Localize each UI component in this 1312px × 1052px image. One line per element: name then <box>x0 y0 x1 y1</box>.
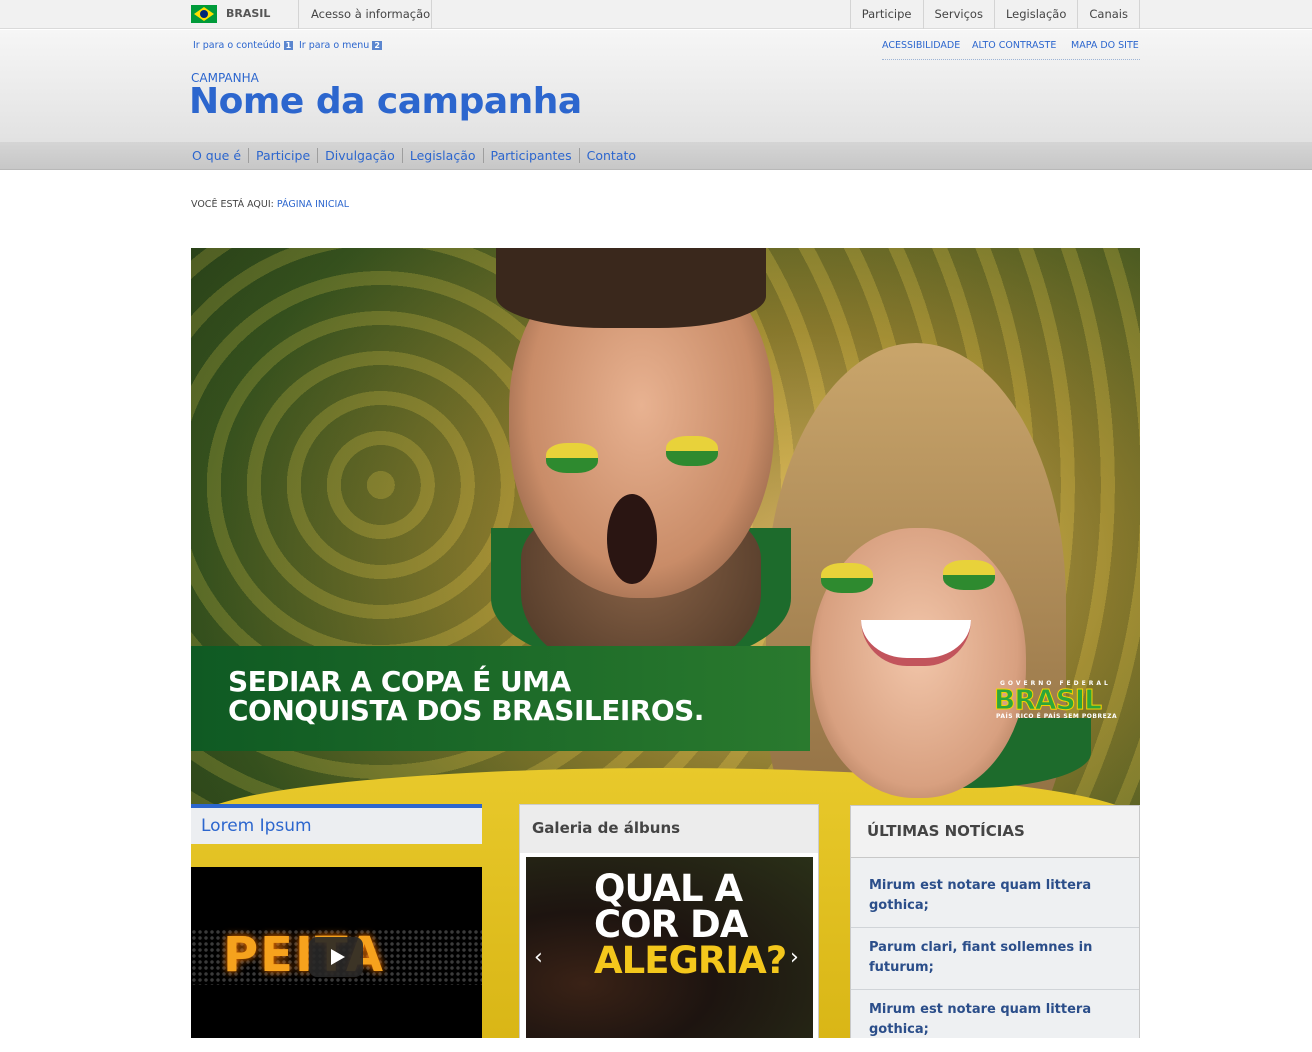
breadcrumb-label: VOCÊ ESTÁ AQUI: <box>191 199 274 210</box>
acessibilidade-link[interactable]: ACESSIBILIDADE <box>882 40 960 51</box>
gov-bar: BRASIL Acesso à informação Participe Ser… <box>0 0 1312 29</box>
governo-federal-logo: GOVERNO FEDERAL BRASIL PAÍS RICO É PAÍS … <box>994 680 1118 720</box>
hero-caption: SEDIAR A COPA É UMA CONQUISTA DOS BRASILE… <box>191 646 810 751</box>
section-title: Lorem Ipsum <box>201 816 312 836</box>
mapa-do-site-link[interactable]: MAPA DO SITE <box>1071 40 1139 51</box>
gallery-title: Galeria de álbuns <box>532 819 681 837</box>
gallery-image[interactable]: QUAL A COR DA ALEGRIA? ‹ › <box>526 857 813 1038</box>
gov-link-canais[interactable]: Canais <box>1077 0 1140 29</box>
alto-contraste-link[interactable]: ALTO CONTRASTE <box>972 40 1056 51</box>
breadcrumb-home-link[interactable]: PÁGINA INICIAL <box>277 199 349 210</box>
gov-brasil-link[interactable]: BRASIL <box>226 7 270 20</box>
divider <box>298 0 299 29</box>
menu-item-participantes[interactable]: Participantes <box>482 148 579 163</box>
gallery-header: Galeria de álbuns <box>520 805 818 853</box>
lorem-section-header: Lorem Ipsum <box>191 808 482 844</box>
skip-menu-label: Ir para o menu <box>299 40 370 51</box>
hero-photo-man-mouth <box>607 494 657 584</box>
menu-item-legislacao[interactable]: Legislação <box>401 148 483 163</box>
face-paint <box>821 563 873 593</box>
face-paint <box>943 560 995 590</box>
menu-item-o-que-e[interactable]: O que é <box>192 148 248 163</box>
face-paint <box>666 436 718 466</box>
news-item[interactable]: Parum clari, fiant sollemnes in futurum; <box>851 928 1139 990</box>
skip-to-menu-link[interactable]: Ir para o menu 2 <box>299 40 382 51</box>
accesskey-badge: 2 <box>372 41 382 50</box>
gallery-image-text: QUAL A COR DA ALEGRIA? <box>594 867 787 982</box>
brazil-flag-icon[interactable] <box>191 5 217 23</box>
news-link[interactable]: Parum clari, fiant sollemnes in futurum; <box>869 938 1109 978</box>
latest-news: ÚLTIMAS NOTÍCIAS Mirum est notare quam l… <box>850 805 1140 1038</box>
news-header: ÚLTIMAS NOTÍCIAS <box>851 806 1139 858</box>
gov-link-servicos[interactable]: Serviços <box>922 0 994 29</box>
menu-item-contato[interactable]: Contato <box>578 148 643 163</box>
menu-item-divulgacao[interactable]: Divulgação <box>317 148 402 163</box>
breadcrumb: VOCÊ ESTÁ AQUI: PÁGINA INICIAL <box>191 199 349 210</box>
news-link[interactable]: Mirum est notare quam littera gothica; <box>869 876 1109 916</box>
play-icon <box>331 949 345 965</box>
news-title: ÚLTIMAS NOTÍCIAS <box>867 822 1025 840</box>
hero-caption-line2: CONQUISTA DOS BRASILEIROS. <box>228 694 704 727</box>
divider <box>431 0 432 29</box>
skip-to-content-link[interactable]: Ir para o conteúdo 1 <box>193 40 294 51</box>
menu-item-participe[interactable]: Participe <box>248 148 317 163</box>
gov-link-legislacao[interactable]: Legislação <box>993 0 1077 29</box>
chevron-right-icon[interactable]: › <box>790 945 799 970</box>
chevron-left-icon[interactable]: ‹ <box>534 945 543 970</box>
site-header: Ir para o conteúdo 1 Ir para o menu 2 ACES… <box>0 30 1312 142</box>
main-menu: O que é Participe Divulgação Legislação … <box>0 142 1312 170</box>
site-title[interactable]: Nome da campanha <box>189 81 582 122</box>
face-paint <box>546 443 598 473</box>
news-item[interactable]: Mirum est notare quam littera gothica; <box>851 990 1139 1052</box>
play-button[interactable] <box>309 937 363 977</box>
accesskey-badge: 1 <box>283 41 294 50</box>
news-item[interactable]: Mirum est notare quam littera gothica; <box>851 866 1139 928</box>
gov-link-participe[interactable]: Participe <box>849 0 923 29</box>
gov-links: Participe Serviços Legislação Canais <box>849 0 1140 29</box>
divider <box>882 59 1140 60</box>
news-link[interactable]: Mirum est notare quam littera gothica; <box>869 1000 1109 1040</box>
skip-content-label: Ir para o conteúdo <box>193 40 281 51</box>
album-gallery: Galeria de álbuns QUAL A COR DA ALEGRIA? ‹… <box>519 804 819 1038</box>
hero-photo-man-hair <box>496 248 766 328</box>
acesso-informacao-link[interactable]: Acesso à informação <box>311 7 430 21</box>
